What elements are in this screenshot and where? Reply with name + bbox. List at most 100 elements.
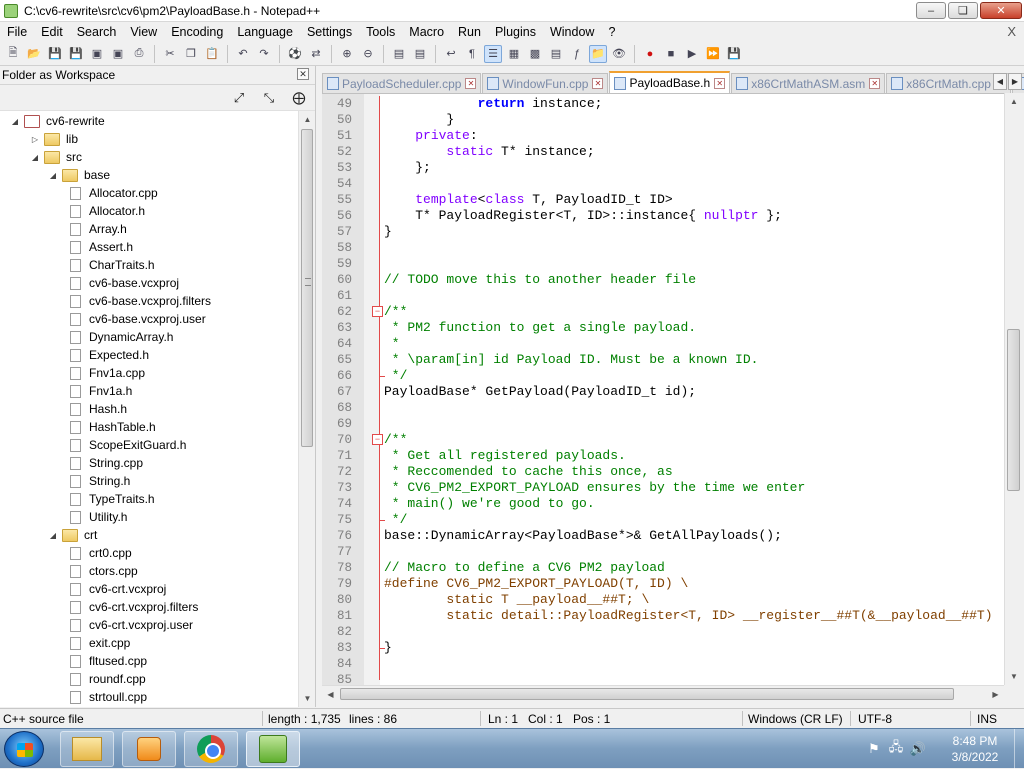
tree-file-item[interactable]: ctors.cpp — [68, 562, 138, 580]
save-all-icon[interactable]: 💾 — [67, 45, 85, 63]
macro-play-icon[interactable]: ▶ — [683, 45, 701, 63]
collapse-all-icon[interactable]: ⤡ — [261, 90, 277, 106]
maximize-button[interactable]: ❏ — [948, 2, 978, 19]
fold-toggle-icon[interactable]: − — [372, 434, 383, 445]
find-icon[interactable]: ⚽ — [286, 45, 304, 63]
tree-file-item[interactable]: DynamicArray.h — [68, 328, 173, 346]
menu-tools[interactable]: Tools — [359, 25, 402, 39]
taskbar-chrome[interactable] — [184, 731, 238, 767]
menu-macro[interactable]: Macro — [402, 25, 451, 39]
tree-file-item[interactable]: cv6-base.vcxproj.user — [68, 310, 206, 328]
menu-settings[interactable]: Settings — [300, 25, 359, 39]
open-file-icon[interactable]: 📂 — [25, 45, 43, 63]
locate-current-file-icon[interactable]: ⨁ — [291, 90, 307, 106]
editor-horizontal-scrollbar[interactable]: ◀ ▶ — [322, 685, 1004, 702]
zoom-in-icon[interactable]: ⊕ — [338, 45, 356, 63]
expanded-arrow-icon[interactable]: ◢ — [10, 116, 20, 126]
tree-folder-item[interactable]: ◢ base — [48, 166, 110, 184]
scroll-thumb[interactable] — [1007, 329, 1020, 491]
menu-search[interactable]: Search — [70, 25, 124, 39]
scroll-down-icon[interactable]: ▼ — [299, 690, 316, 707]
workspace-vertical-scrollbar[interactable]: ▲ ▼ — [298, 111, 315, 707]
taskbar-explorer[interactable] — [60, 731, 114, 767]
macro-stop-icon[interactable]: ■ — [662, 45, 680, 63]
tree-file-item[interactable]: exit.cpp — [68, 634, 130, 652]
tree-file-item[interactable]: cv6-base.vcxproj.filters — [68, 292, 211, 310]
tree-file-item[interactable]: strtoull.cpp — [68, 688, 147, 706]
tree-file-item[interactable]: cv6-crt.vcxproj.user — [68, 616, 193, 634]
menu-plugins[interactable]: Plugins — [488, 25, 543, 39]
tree-file-item[interactable]: Hash.h — [68, 400, 127, 418]
tree-folder-item[interactable]: ◢ crt — [48, 526, 97, 544]
indent-guide-icon[interactable]: ☰ — [484, 44, 502, 63]
tree-file-item[interactable]: fltused.cpp — [68, 652, 147, 670]
tree-file-item[interactable]: cv6-crt.vcxproj.filters — [68, 598, 198, 616]
paste-icon[interactable]: 📋 — [203, 45, 221, 63]
close-document-button[interactable]: X — [1007, 24, 1016, 39]
status-insert-mode[interactable]: INS — [977, 712, 997, 726]
cut-icon[interactable]: ✂ — [161, 45, 179, 63]
tree-file-item[interactable]: CharTraits.h — [68, 256, 155, 274]
menu-window[interactable]: Window — [543, 25, 601, 39]
status-encoding[interactable]: UTF-8 — [858, 712, 892, 726]
scroll-thumb[interactable] — [340, 688, 954, 700]
taskbar-media-player[interactable] — [122, 731, 176, 767]
word-wrap-icon[interactable]: ↩ — [442, 45, 460, 63]
menu-help[interactable]: ? — [601, 25, 622, 39]
copy-icon[interactable]: ❐ — [182, 45, 200, 63]
close-file-icon[interactable]: ▣ — [88, 45, 106, 63]
print-icon[interactable]: ⎙ — [130, 45, 148, 63]
menu-edit[interactable]: Edit — [34, 25, 70, 39]
taskbar-notepadpp[interactable] — [246, 731, 300, 767]
show-all-chars-icon[interactable]: ¶ — [463, 45, 481, 63]
tree-file-item[interactable]: String.cpp — [68, 454, 143, 472]
tab-close-icon[interactable]: ✕ — [869, 78, 881, 89]
tree-file-item[interactable]: Fnv1a.cpp — [68, 364, 145, 382]
volume-icon[interactable]: 🔊 — [910, 741, 926, 757]
scroll-up-icon[interactable]: ▲ — [1005, 93, 1023, 110]
action-center-icon[interactable]: ⚑ — [866, 741, 882, 757]
start-button[interactable] — [4, 731, 44, 767]
tree-file-item[interactable]: Allocator.cpp — [68, 184, 158, 202]
tree-file-item[interactable]: crt0.cpp — [68, 544, 132, 562]
tree-folder-item[interactable]: ▷ lib — [30, 130, 78, 148]
replace-icon[interactable]: ⇄ — [307, 45, 325, 63]
menu-file[interactable]: File — [0, 25, 34, 39]
sync-vertical-icon[interactable]: ▤ — [390, 45, 408, 63]
editor-vertical-scrollbar[interactable]: ▲ ▼ — [1004, 93, 1022, 685]
tree-file-item[interactable]: HashTable.h — [68, 418, 156, 436]
tree-folder-item[interactable]: ◢ src — [30, 148, 82, 166]
tab-scroll-right-icon[interactable]: ▶ — [1008, 73, 1022, 90]
fold-toggle-icon[interactable]: − — [372, 306, 383, 317]
tree-file-item[interactable]: cv6-crt.vcxproj — [68, 580, 166, 598]
network-icon[interactable]: 🖧 — [888, 739, 904, 757]
tab-windowfun[interactable]: WindowFun.cpp ✕ — [482, 73, 609, 93]
zoom-out-icon[interactable]: ⊖ — [359, 45, 377, 63]
expanded-arrow-icon[interactable]: ◢ — [48, 170, 58, 180]
tree-file-item[interactable]: Utility.h — [68, 508, 127, 526]
undo-icon[interactable]: ↶ — [234, 45, 252, 63]
code-editor[interactable]: 49 50 51 52 53 54 55 56 57 58 59 60 61 62 63 64 65 66 67 68… — [322, 93, 1004, 685]
show-desktop-button[interactable] — [1014, 729, 1024, 769]
tab-close-icon[interactable]: ✕ — [465, 78, 477, 89]
macro-play-multiple-icon[interactable]: ⏩ — [704, 45, 722, 63]
tab-payloadscheduler[interactable]: PayloadScheduler.cpp ✕ — [322, 73, 482, 93]
close-button[interactable]: ✕ — [980, 2, 1022, 19]
minimize-button[interactable]: – — [916, 2, 946, 19]
tree-file-item[interactable]: roundf.cpp — [68, 670, 146, 688]
tab-scroll-left-icon[interactable]: ◀ — [993, 73, 1007, 90]
macro-save-icon[interactable]: 💾 — [725, 45, 743, 63]
tree-file-item[interactable]: Expected.h — [68, 346, 149, 364]
tree-file-item[interactable]: Allocator.h — [68, 202, 145, 220]
tab-close-icon[interactable]: ✕ — [592, 78, 604, 89]
function-list-icon[interactable]: ƒ — [568, 45, 586, 63]
tab-x86crtmathasm[interactable]: x86CrtMathASM.asm ✕ — [731, 73, 886, 93]
scroll-left-icon[interactable]: ◀ — [322, 686, 339, 703]
save-icon[interactable]: 💾 — [46, 45, 64, 63]
tree-file-item[interactable]: TypeTraits.h — [68, 490, 155, 508]
document-map-icon[interactable]: ▩ — [526, 45, 544, 63]
document-list-icon[interactable]: ▤ — [547, 45, 565, 63]
folder-as-workspace-icon[interactable]: 📁 — [589, 44, 607, 63]
close-all-icon[interactable]: ▣ — [109, 45, 127, 63]
menu-run[interactable]: Run — [451, 25, 488, 39]
